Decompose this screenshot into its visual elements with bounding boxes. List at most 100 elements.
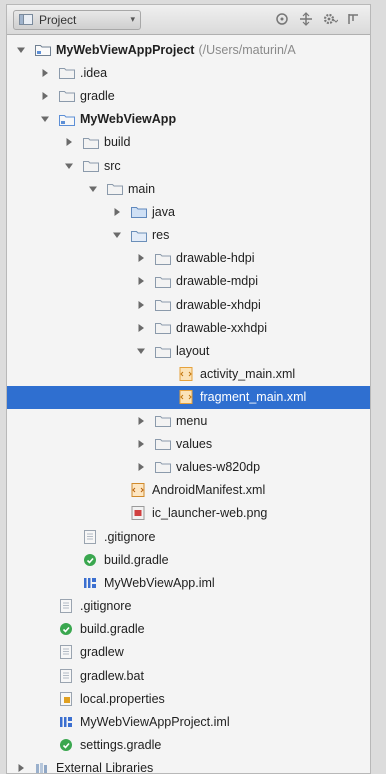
tree-item-label: java <box>152 204 175 219</box>
tree-item-build-gradle[interactable]: build.gradle <box>7 548 370 571</box>
sync-icon[interactable] <box>274 11 290 27</box>
tree-item-src[interactable]: src <box>7 154 370 177</box>
tree-item-label: drawable-hdpi <box>176 251 255 266</box>
collapsed-arrow-icon[interactable] <box>15 762 27 773</box>
collapsed-arrow-icon[interactable] <box>135 415 147 427</box>
tree-item-java[interactable]: java <box>7 200 370 223</box>
tree-item-build[interactable]: build <box>7 131 370 154</box>
folder-icon <box>83 135 99 149</box>
tree-item-layout[interactable]: layout <box>7 339 370 362</box>
expanded-arrow-icon[interactable] <box>63 160 75 172</box>
folder-icon <box>107 182 123 196</box>
tree-item-drawable-xxhdpi[interactable]: drawable-xxhdpi <box>7 316 370 339</box>
libraries-icon <box>35 761 51 773</box>
folder-icon <box>59 89 75 103</box>
project-view-icon <box>19 14 33 25</box>
gradle-file-icon <box>83 553 99 567</box>
tree-item-drawable-xhdpi[interactable]: drawable-xhdpi <box>7 293 370 316</box>
folder-icon <box>59 66 75 80</box>
expanded-arrow-icon[interactable] <box>15 44 27 56</box>
tree-item-values-w820dp[interactable]: values-w820dp <box>7 455 370 478</box>
hide-panel-icon[interactable] <box>346 11 362 27</box>
expanded-arrow-icon[interactable] <box>87 183 99 195</box>
tree-item-mywebviewappproject[interactable]: MyWebViewAppProject (/Users/maturin/A <box>7 38 370 61</box>
collapsed-arrow-icon[interactable] <box>135 299 147 311</box>
tree-item-label: MyWebViewApp.iml <box>104 575 215 590</box>
tree-item-mywebviewappproject-iml[interactable]: MyWebViewAppProject.iml <box>7 710 370 733</box>
tree-item-local-properties[interactable]: local.properties <box>7 687 370 710</box>
tree-item-label: build.gradle <box>80 622 145 637</box>
tree-item-label: AndroidManifest.xml <box>152 483 266 498</box>
text-file-icon <box>59 645 75 660</box>
folder-icon <box>155 298 171 312</box>
tree-item-label: values <box>176 436 213 451</box>
view-selector-dropdown[interactable]: Project ▾ <box>13 9 141 30</box>
module-folder-icon <box>59 112 75 126</box>
project-folder-icon <box>35 43 51 57</box>
tree-item-build-gradle[interactable]: build.gradle <box>7 618 370 641</box>
collapsed-arrow-icon[interactable] <box>135 252 147 264</box>
text-file-icon <box>59 599 75 614</box>
tree-item-label: ic_launcher-web.png <box>152 506 268 521</box>
xml-file-icon <box>179 390 195 405</box>
tree-item-label: main <box>128 181 156 196</box>
tree-item-res[interactable]: res <box>7 224 370 247</box>
tree-item-mywebviewapp-iml[interactable]: MyWebViewApp.iml <box>7 571 370 594</box>
tree-item-label: gradlew.bat <box>80 668 144 683</box>
folder-icon <box>155 344 171 358</box>
text-file-icon <box>59 668 75 683</box>
collapsed-arrow-icon[interactable] <box>63 136 75 148</box>
tree-item-ic-launcher-web-png[interactable]: ic_launcher-web.png <box>7 502 370 525</box>
gradle-file-icon <box>59 622 75 636</box>
tree-item-drawable-mdpi[interactable]: drawable-mdpi <box>7 270 370 293</box>
tree-item-label: res <box>152 228 170 243</box>
tree-item-gradlew[interactable]: gradlew <box>7 641 370 664</box>
source-folder-icon <box>131 205 147 219</box>
tree-item-external-libraries[interactable]: External Libraries <box>7 757 370 773</box>
expanded-arrow-icon[interactable] <box>135 345 147 357</box>
text-file-icon <box>83 529 99 544</box>
collapsed-arrow-icon[interactable] <box>135 322 147 334</box>
tree-item-label: .gitignore <box>80 599 132 614</box>
tree-item-gradlew-bat[interactable]: gradlew.bat <box>7 664 370 687</box>
collapsed-arrow-icon[interactable] <box>39 90 51 102</box>
tree-item-menu[interactable]: menu <box>7 409 370 432</box>
properties-file-icon <box>59 691 75 706</box>
tree-item-gradle[interactable]: gradle <box>7 84 370 107</box>
tree-item-activity-main-xml[interactable]: activity_main.xml <box>7 363 370 386</box>
tree-item-gitignore[interactable]: .gitignore <box>7 595 370 618</box>
folder-icon <box>155 414 171 428</box>
tree-item-androidmanifest-xml[interactable]: AndroidManifest.xml <box>7 479 370 502</box>
view-selector-label: Project <box>39 12 77 27</box>
tree-item-drawable-hdpi[interactable]: drawable-hdpi <box>7 247 370 270</box>
expanded-arrow-icon[interactable] <box>39 113 51 125</box>
collapse-all-icon[interactable] <box>298 11 314 27</box>
expanded-arrow-icon[interactable] <box>111 229 123 241</box>
tree-item-fragment-main-xml[interactable]: fragment_main.xml <box>7 385 370 409</box>
collapsed-arrow-icon[interactable] <box>135 438 147 450</box>
resource-folder-icon <box>131 228 147 242</box>
tree-item-label: build <box>104 135 131 150</box>
collapsed-arrow-icon[interactable] <box>111 206 123 218</box>
tree-item-path: (/Users/maturin/A <box>198 42 296 57</box>
tree-item-mywebviewapp[interactable]: MyWebViewApp <box>7 108 370 131</box>
project-tree: MyWebViewAppProject (/Users/maturin/A .ide… <box>7 35 370 773</box>
image-file-icon <box>131 506 147 521</box>
collapsed-arrow-icon[interactable] <box>135 461 147 473</box>
folder-icon <box>155 251 171 265</box>
tree-item-settings-gradle[interactable]: settings.gradle <box>7 734 370 757</box>
tree-item-label: activity_main.xml <box>200 367 296 382</box>
tree-item-values[interactable]: values <box>7 432 370 455</box>
tree-item-idea[interactable]: .idea <box>7 61 370 84</box>
tree-item-label: .gitignore <box>104 529 156 544</box>
xml-file-icon <box>179 367 195 382</box>
folder-icon <box>155 274 171 288</box>
iml-file-icon <box>59 715 75 729</box>
tree-item-label: menu <box>176 413 208 428</box>
tree-item-main[interactable]: main <box>7 177 370 200</box>
gradle-file-icon <box>59 738 75 752</box>
collapsed-arrow-icon[interactable] <box>135 275 147 287</box>
settings-icon[interactable] <box>322 11 339 27</box>
collapsed-arrow-icon[interactable] <box>39 67 51 79</box>
tree-item-gitignore[interactable]: .gitignore <box>7 525 370 548</box>
